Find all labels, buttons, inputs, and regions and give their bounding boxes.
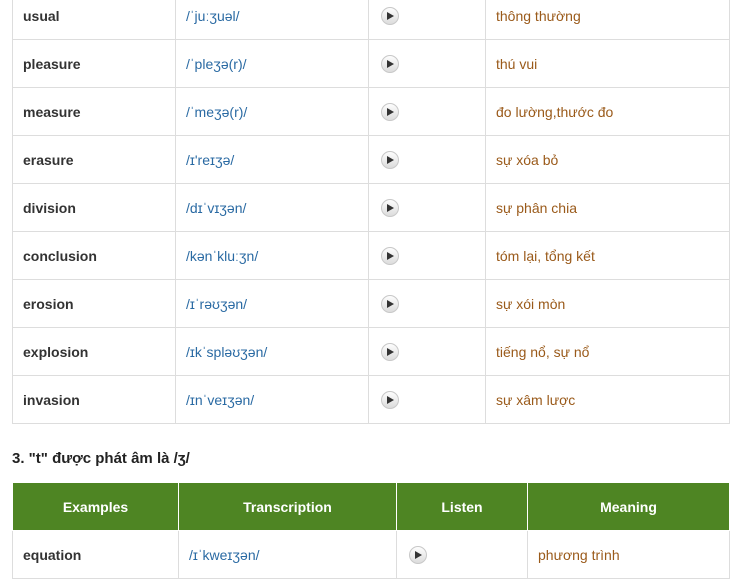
play-audio-icon[interactable] [381, 54, 399, 73]
listen-cell [368, 279, 486, 328]
play-audio-icon[interactable] [381, 150, 399, 169]
transcription-cell: /ɪnˈveɪʒən/ [175, 375, 369, 424]
transcription-cell: /ˈpleʒə(r)/ [175, 39, 369, 88]
table-row: conclusion/kənˈkluːʒn/tóm lại, tổng kết [12, 231, 730, 280]
listen-cell [368, 183, 486, 232]
listen-cell [368, 231, 486, 280]
table-row: invasion/ɪnˈveɪʒən/sự xâm lược [12, 375, 730, 424]
play-audio-icon[interactable] [381, 102, 399, 121]
listen-cell [368, 375, 486, 424]
transcription-cell: /kənˈkluːʒn/ [175, 231, 369, 280]
meaning-cell: sự xâm lược [485, 375, 730, 424]
table-row: usual/ˈjuːʒuəl/thông thường [12, 0, 730, 40]
listen-cell [368, 87, 486, 136]
play-triangle-icon [387, 251, 394, 260]
meaning-cell: phương trình [527, 530, 730, 579]
play-audio-icon[interactable] [381, 6, 399, 25]
word-cell: explosion [12, 327, 176, 376]
play-triangle-icon [387, 347, 394, 356]
table-row: measure/ˈmeʒə(r)/ đo lường,thước đo [12, 87, 730, 136]
transcription-cell: /ɪkˈspləʊʒən/ [175, 327, 369, 376]
listen-cell [368, 0, 486, 40]
section-heading: 3. "t" được phát âm là /ʒ/ [12, 450, 190, 467]
table-row: pleasure/ˈpleʒə(r)/ thú vui [12, 39, 730, 88]
play-audio-icon[interactable] [381, 342, 399, 361]
table-row: erosion/ɪˈrəʊʒən/sự xói mòn [12, 279, 730, 328]
play-triangle-icon [387, 299, 394, 308]
meaning-cell: tiếng nổ, sự nổ [485, 327, 730, 376]
meaning-cell: tóm lại, tổng kết [485, 231, 730, 280]
word-cell: equation [12, 530, 179, 579]
meaning-cell: đo lường,thước đo [485, 87, 730, 136]
meaning-cell: sự phân chia [485, 183, 730, 232]
play-audio-icon[interactable] [381, 246, 399, 265]
meaning-cell: thông thường [485, 0, 730, 40]
play-triangle-icon [387, 203, 394, 212]
word-cell: measure [12, 87, 176, 136]
play-triangle-icon [387, 107, 394, 116]
listen-cell [368, 135, 486, 184]
word-cell: erasure [12, 135, 176, 184]
meaning-cell: thú vui [485, 39, 730, 88]
play-audio-icon[interactable] [381, 390, 399, 409]
table-row: explosion/ɪkˈspləʊʒən/tiếng nổ, sự nổ [12, 327, 730, 376]
transcription-cell: /ˈjuːʒuəl/ [175, 0, 369, 40]
word-cell: division [12, 183, 176, 232]
table-row: erasure/ɪ'reɪʒə/sự xóa bỏ [12, 135, 730, 184]
header-transcription: Transcription [178, 482, 397, 531]
header-meaning: Meaning [527, 482, 730, 531]
transcription-cell: /dɪˈvɪʒən/ [175, 183, 369, 232]
word-cell: conclusion [12, 231, 176, 280]
transcription-cell: /ɪˈrəʊʒən/ [175, 279, 369, 328]
word-cell: usual [12, 0, 176, 40]
play-audio-icon[interactable] [381, 198, 399, 217]
listen-cell [368, 327, 486, 376]
transcription-cell: /ˈmeʒə(r)/ [175, 87, 369, 136]
meaning-cell: sự xói mòn [485, 279, 730, 328]
play-audio-icon[interactable] [409, 545, 427, 564]
header-examples: Examples [12, 482, 179, 531]
header-listen: Listen [396, 482, 528, 531]
table-row: division/dɪˈvɪʒən/sự phân chia [12, 183, 730, 232]
meaning-cell: sự xóa bỏ [485, 135, 730, 184]
play-triangle-icon [387, 395, 394, 404]
word-cell: pleasure [12, 39, 176, 88]
play-triangle-icon [387, 155, 394, 164]
table-row: equation/ɪˈkweɪʒən/phương trình [12, 530, 730, 579]
vocabulary-table: usual/ˈjuːʒuəl/thông thường pleasure/ˈple… [12, 0, 730, 424]
transcription-cell: /ɪ'reɪʒə/ [175, 135, 369, 184]
play-triangle-icon [415, 550, 422, 559]
listen-cell [396, 530, 528, 579]
table-header-row: Examples Transcription Listen Meaning [12, 482, 730, 531]
word-cell: invasion [12, 375, 176, 424]
word-cell: erosion [12, 279, 176, 328]
transcription-cell: /ɪˈkweɪʒən/ [178, 530, 397, 579]
play-audio-icon[interactable] [381, 294, 399, 313]
listen-cell [368, 39, 486, 88]
play-triangle-icon [387, 11, 394, 20]
play-triangle-icon [387, 59, 394, 68]
examples-table: Examples Transcription Listen Meaning eq… [12, 482, 730, 579]
